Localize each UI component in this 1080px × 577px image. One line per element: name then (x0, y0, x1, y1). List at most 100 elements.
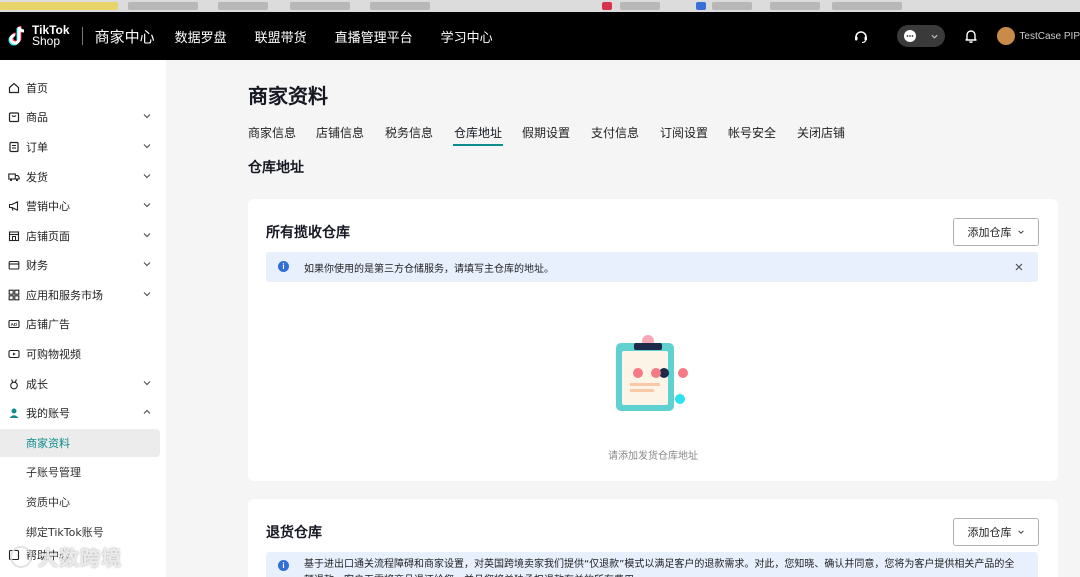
card-title: 退货仓库 (266, 525, 322, 541)
sidebar-item-label: 店铺页面 (26, 230, 70, 243)
sidebar-item-orders[interactable]: 订单 (0, 133, 166, 161)
sidebar-item-my-account[interactable]: 我的账号 (0, 399, 166, 427)
return-warehouse-card: 退货仓库 添加仓库 i 基于进出口通关流程障碍和商家设置，对英国跨境卖家我们提供… (248, 499, 1058, 577)
truck-icon (8, 173, 20, 182)
sidebar-item-label: 发货 (26, 171, 48, 184)
bookmark-item[interactable] (602, 2, 612, 10)
sidebar-item-shoppable-video[interactable]: 可购物视频 (0, 340, 166, 368)
sidebar-item-products[interactable]: 商品 (0, 103, 166, 131)
seller-center-title[interactable]: 商家中心 (95, 26, 155, 47)
refund-notice: i 基于进出口通关流程障碍和商家设置，对英国跨境卖家我们提供“仅退款”模式以满足… (266, 552, 1038, 577)
bookmark-item[interactable] (832, 2, 902, 10)
bookmark-item[interactable] (620, 2, 660, 10)
store-icon (8, 231, 20, 242)
sidebar-item-finance[interactable]: 财务 (0, 251, 166, 279)
message-dropdown[interactable] (897, 25, 946, 47)
video-icon (8, 349, 20, 359)
user-icon (9, 408, 19, 418)
sidebar-item-home[interactable]: 首页 (0, 74, 166, 102)
sidebar-item-label: 我的账号 (26, 407, 70, 420)
nav-item-learning-center[interactable]: 学习中心 (441, 27, 493, 46)
tiktok-logo-icon (8, 26, 25, 46)
sidebar-item-label: 财务 (26, 259, 48, 272)
sidebar-item-label: 店铺广告 (26, 318, 70, 331)
chevron-down-icon (143, 203, 151, 208)
tab-close-store[interactable]: 关闭店铺 (797, 124, 845, 141)
bookmark-item[interactable] (770, 2, 820, 10)
headset-icon[interactable] (853, 28, 869, 44)
product-icon (8, 112, 20, 123)
nav-item-affiliate[interactable]: 联盟带货 (255, 27, 307, 46)
sidebar-subitem-qualification-center[interactable]: 资质中心 (0, 488, 160, 516)
browser-bookmarks-bar (0, 0, 1080, 12)
tab-payment-info[interactable]: 支付信息 (591, 124, 639, 141)
tiktok-shop-logo[interactable]: TikTok Shop (8, 24, 70, 48)
order-icon (9, 141, 19, 153)
chevron-down-icon (931, 34, 939, 39)
bookmark-item[interactable] (696, 2, 706, 10)
info-icon: i (278, 261, 289, 272)
sidebar-item-store-page[interactable]: 店铺页面 (0, 222, 166, 250)
add-warehouse-button[interactable]: 添加仓库 (953, 218, 1039, 246)
tab-account-security[interactable]: 帐号安全 (728, 124, 776, 141)
empty-state-text: 请添加发货仓库地址 (608, 451, 698, 462)
card-title: 所有揽收仓库 (266, 225, 350, 241)
ad-icon: AD (8, 319, 20, 329)
nav-item-live-platform[interactable]: 直播管理平台 (335, 27, 413, 46)
svg-text:AD: AD (11, 322, 18, 327)
megaphone-icon (8, 201, 19, 211)
apps-icon (8, 289, 20, 301)
nav-item-data-compass[interactable]: 数据罗盘 (175, 27, 227, 46)
watermark-logo-icon (10, 545, 32, 568)
close-icon[interactable] (1014, 262, 1024, 272)
logo-line-2: Shop (32, 34, 61, 48)
header-divider (81, 27, 83, 45)
chevron-down-icon (1017, 230, 1024, 234)
logo-text: TikTok Shop (32, 24, 70, 48)
tab-store-info[interactable]: 店铺信息 (316, 124, 364, 141)
sidebar: 首页 商品 订单 发货 营销中心 店铺页面 财务 应用和服务市场 AD 店铺广告 (0, 60, 166, 577)
tab-warehouse-address[interactable]: 仓库地址 (454, 124, 502, 141)
sidebar-subitem-merchant-profile[interactable]: 商家资料 (0, 429, 160, 457)
sidebar-item-growth[interactable]: 成长 (0, 370, 166, 398)
chevron-down-icon (143, 174, 151, 179)
sidebar-item-label: 商品 (26, 111, 48, 124)
bell-icon[interactable] (963, 28, 979, 44)
add-return-warehouse-button[interactable]: 添加仓库 (953, 518, 1039, 546)
bookmark-item[interactable] (218, 2, 268, 10)
sidebar-item-label: 首页 (26, 82, 48, 95)
clipboard-illustration-icon (616, 335, 688, 411)
sidebar-item-store-ads[interactable]: AD 店铺广告 (0, 310, 166, 338)
section-heading: 仓库地址 (248, 160, 304, 176)
notice-text: 如果你使用的是第三方仓储服务，请填写主仓库的地址。 (304, 264, 554, 275)
active-tab-indicator (453, 144, 503, 146)
sidebar-item-app-market[interactable]: 应用和服务市场 (0, 281, 166, 309)
tab-subscription-settings[interactable]: 订阅设置 (660, 124, 708, 141)
chevron-down-icon (143, 144, 151, 149)
chevron-down-icon (1017, 530, 1024, 534)
sidebar-item-marketing[interactable]: 营销中心 (0, 192, 166, 220)
tab-merchant-info[interactable]: 商家信息 (248, 124, 296, 141)
top-nav-bar: TikTok Shop 商家中心 数据罗盘 联盟带货 直播管理平台 学习中心 T… (0, 12, 1080, 60)
bookmark-item[interactable] (370, 2, 430, 10)
pickup-warehouses-card: 所有揽收仓库 添加仓库 i 如果你使用的是第三方仓储服务，请填写主仓库的地址。 … (248, 199, 1058, 481)
tab-tax-info[interactable]: 税务信息 (385, 124, 433, 141)
info-notice: i 如果你使用的是第三方仓储服务，请填写主仓库的地址。 (266, 252, 1038, 282)
header-actions: TestCase PIP (853, 25, 1080, 47)
tab-holiday-settings[interactable]: 假期设置 (522, 124, 570, 141)
sidebar-item-shipping[interactable]: 发货 (0, 163, 166, 191)
bookmark-item[interactable] (0, 2, 118, 10)
notice-text: 基于进出口通关流程障碍和商家设置，对英国跨境卖家我们提供“仅退款”模式以满足客户… (304, 559, 1015, 577)
add-warehouse-label: 添加仓库 (967, 526, 1012, 539)
avatar[interactable] (997, 27, 1016, 45)
sidebar-subitem-sub-accounts[interactable]: 子账号管理 (0, 458, 160, 486)
user-name[interactable]: TestCase PIP (1019, 31, 1080, 42)
bookmark-item[interactable] (712, 2, 752, 10)
medal-icon (10, 379, 18, 390)
bookmark-item[interactable] (290, 2, 350, 10)
watermark-text: 大数跨境 (38, 546, 122, 570)
chevron-down-icon (143, 292, 151, 297)
bookmark-item[interactable] (128, 2, 198, 10)
page-title: 商家资料 (248, 84, 328, 108)
top-nav-menu: 数据罗盘 联盟带货 直播管理平台 学习中心 (175, 27, 521, 46)
